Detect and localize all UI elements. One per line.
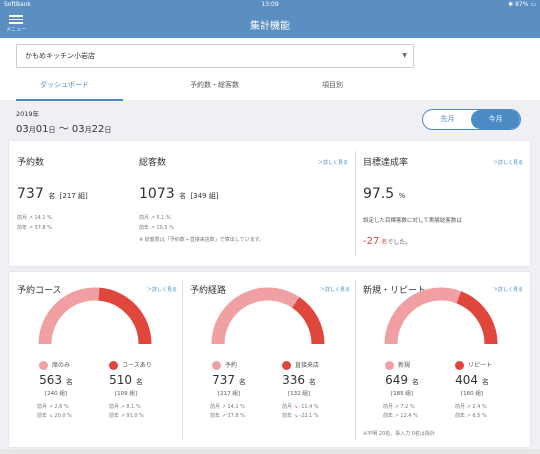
period-toggle: 先月 今月 (422, 109, 521, 130)
battery-label: ✱ 87% ▭ (508, 1, 536, 8)
course-right-value: 510 名 (109, 373, 143, 387)
bottom-bar (0, 449, 540, 454)
total-guests-more-link[interactable]: ＞詳しく見る (318, 159, 348, 166)
route-left-legend: 予約 (212, 360, 237, 370)
target-desc: 設定した目標客数に対して実績総客数は (363, 218, 462, 224)
course-gauge-left-arc (38, 287, 100, 345)
course-gauge-right-arc (98, 287, 152, 345)
course-right-groups: [109 組] (114, 391, 138, 397)
route-gauge-right-arc (291, 296, 325, 345)
total-guests-value: 1073 名 [349 組] (139, 186, 219, 202)
nav-bar: メニュー 集計機能 (0, 9, 540, 38)
total-guests-title: 総客数 (139, 158, 167, 168)
course-left-groups: [240 組] (44, 391, 68, 397)
clock: 13:09 (261, 1, 279, 8)
route-right-legend: 直接来店 (282, 360, 319, 370)
status-bar: SoftBank 13:09 ✱ 87% ▭ (0, 0, 540, 9)
route-left-groups: [217 組] (217, 391, 241, 397)
route-gauge-left-arc (211, 287, 300, 345)
route-left-value: 737 名 (212, 373, 246, 387)
route-right-value: 336 名 (282, 373, 316, 387)
breakdown-card: 予約コース ＞詳しく見る 席のみ コースあり 563 名 510 名 [240 … (9, 272, 530, 447)
target-diff: -27 名でした。 (363, 236, 412, 247)
new-repeat-gauge-left-arc (384, 287, 462, 345)
page-title: 集計機能 (250, 21, 290, 32)
course-gauge (38, 287, 152, 345)
route-right-deltas: 前月 ↘ -11.4 % 前年 ↘ -22.1 % (282, 404, 319, 419)
new-repeat-right-groups: [160 組] (460, 391, 484, 397)
store-select-value: かもめキッチン小岩店 (25, 52, 95, 60)
tab-dashboard[interactable]: ダッシュボード (40, 80, 89, 90)
course-right-legend: コースあり (109, 360, 152, 370)
new-repeat-note: ※不明 20名、事入力 0名は除外 (363, 431, 435, 437)
course-left-deltas: 前月 ↗ 2.6 % 前年 ↘ 20.0 % (37, 404, 72, 419)
total-guests-note: ※ 総客数は「予約数＋直接来店数」で算出しています。 (139, 237, 265, 243)
course-left-value: 563 名 (39, 373, 73, 387)
reservations-value: 737 名 [217 組] (17, 186, 88, 202)
tab-reservations[interactable]: 予約数・総客数 (190, 80, 239, 90)
new-repeat-left-deltas: 前月 ↗ 7.2 % 前年 ↗ 12.4 % (383, 404, 418, 419)
new-repeat-right-deltas: 前月 ↗ 2.4 % 前年 ↗ 6.5 % (455, 404, 487, 419)
divider (355, 151, 356, 256)
route-gauge (211, 287, 325, 345)
new-repeat-left-groups: [185 組] (390, 391, 414, 397)
new-repeat-gauge (384, 287, 498, 345)
course-right-deltas: 前月 ↗ 8.1 % 前年 ↗ 91.0 % (109, 404, 144, 419)
new-repeat-right-value: 404 名 (455, 373, 489, 387)
total-guests-yoy: 前年 ↗ 10.5 % (139, 225, 174, 231)
reservations-yoy: 前年 ↗ 37.8 % (17, 225, 52, 231)
new-repeat-left-value: 649 名 (385, 373, 419, 387)
total-guests-mom: 前月 ↗ 5.1 % (139, 215, 171, 221)
course-left-legend: 席のみ (39, 360, 70, 370)
store-select[interactable]: かもめキッチン小岩店 ▼ (16, 44, 414, 68)
summary-card: 予約数 737 名 [217 組] 前月 ↗ 14.1 % 前年 ↗ 37.8 … (9, 141, 530, 266)
target-more-link[interactable]: ＞詳しく見る (493, 159, 523, 166)
period-range: 03月01日 〜 03月22日 (16, 124, 112, 135)
current-month-button[interactable]: 今月 (471, 110, 520, 129)
period-year: 2019年 (16, 110, 40, 118)
reservations-mom: 前月 ↗ 14.1 % (17, 215, 52, 221)
target-title: 目標達成率 (363, 158, 409, 168)
tab-by-item[interactable]: 項目別 (322, 80, 343, 90)
route-right-groups: [132 組] (287, 391, 311, 397)
new-repeat-left-legend: 新規 (385, 360, 410, 370)
route-left-deltas: 前月 ↗ 14.1 % 前年 ↗ 37.8 % (210, 404, 245, 419)
reservations-title: 予約数 (17, 158, 45, 168)
top-panel: かもめキッチン小岩店 ▼ ダッシュボード 予約数・総客数 項目別 (0, 38, 540, 101)
new-repeat-gauge-right-arc (456, 291, 498, 345)
period-bar: 2019年 03月01日 〜 03月22日 先月 今月 (0, 100, 540, 140)
prev-month-button[interactable]: 先月 (423, 110, 472, 129)
target-value: 97.5 % (363, 186, 406, 202)
chevron-down-icon: ▼ (402, 52, 407, 59)
new-repeat-right-legend: リピート (455, 360, 492, 370)
